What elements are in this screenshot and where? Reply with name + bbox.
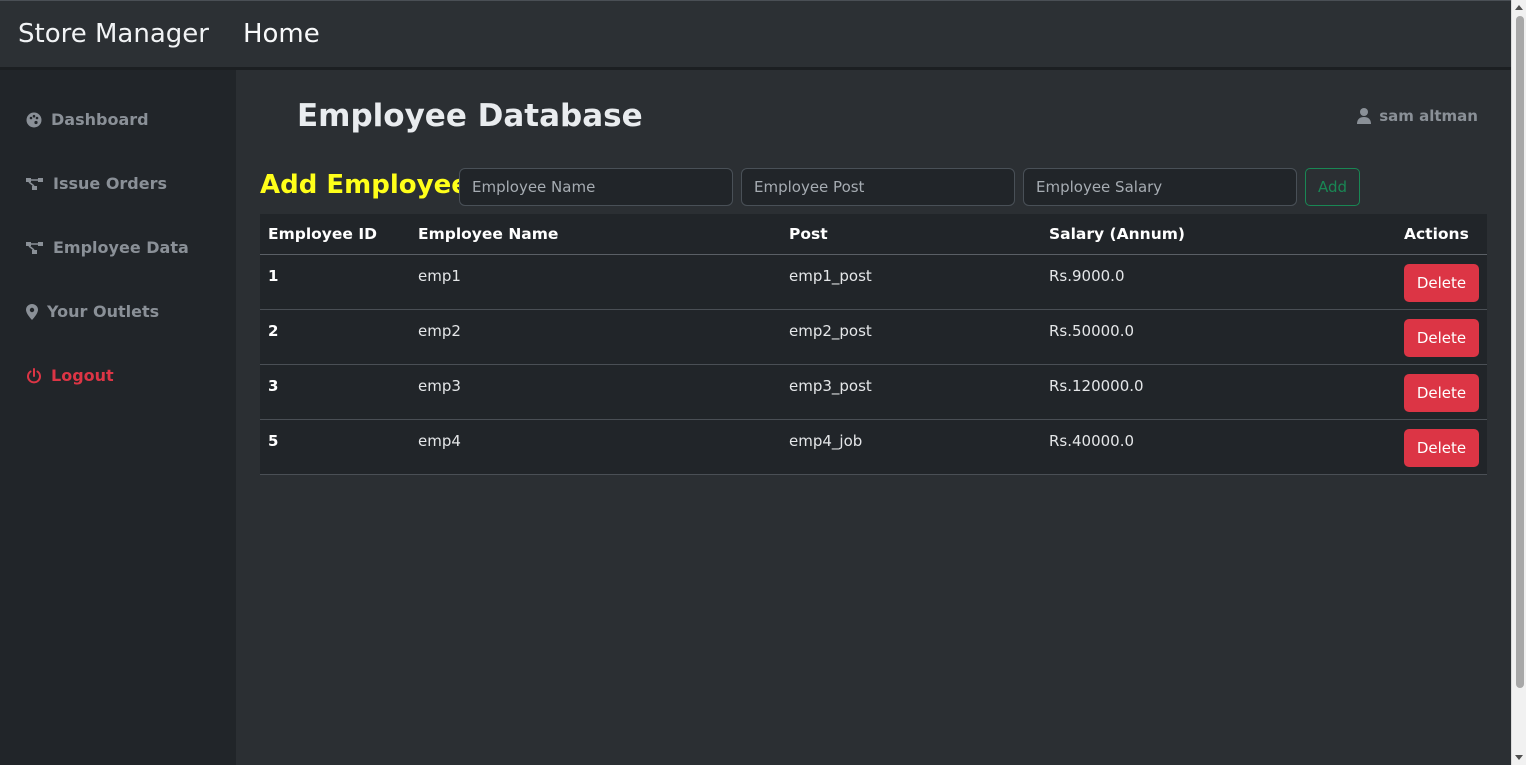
employee-post-input[interactable] bbox=[741, 168, 1015, 206]
employee-id: 1 bbox=[260, 254, 410, 310]
scrollbar-thumb[interactable] bbox=[1516, 16, 1524, 688]
employee-salary: Rs.50000.0 bbox=[1041, 309, 1396, 365]
add-employee-button[interactable]: Add bbox=[1305, 168, 1360, 206]
add-employee-label: Add Employee: bbox=[260, 170, 480, 200]
diagram-icon bbox=[26, 241, 43, 254]
delete-button[interactable]: Delete bbox=[1404, 428, 1479, 467]
sidebar-item-label: Employee Data bbox=[53, 238, 189, 257]
delete-button[interactable]: Delete bbox=[1404, 318, 1479, 357]
row-actions: Delete bbox=[1396, 309, 1487, 365]
diagram-icon bbox=[26, 177, 43, 190]
employee-table: Employee ID Employee Name Post Salary (A… bbox=[260, 214, 1487, 475]
employee-name: emp2 bbox=[410, 309, 781, 365]
column-header-post: Post bbox=[781, 214, 1041, 255]
brand-link[interactable]: Store Manager bbox=[18, 19, 209, 49]
employee-name: emp1 bbox=[410, 254, 781, 310]
sidebar: Dashboard Issue Orders Employee Data You… bbox=[0, 70, 236, 765]
employee-post: emp1_post bbox=[781, 254, 1041, 310]
sidebar-item-your-outlets[interactable]: Your Outlets bbox=[26, 302, 159, 321]
column-header-name: Employee Name bbox=[410, 214, 781, 255]
scroll-up-arrow-icon[interactable] bbox=[1515, 5, 1523, 10]
navbar: Store Manager Home bbox=[0, 0, 1511, 70]
sidebar-item-label: Issue Orders bbox=[53, 174, 168, 193]
employee-salary: Rs.40000.0 bbox=[1041, 419, 1396, 475]
employee-salary: Rs.120000.0 bbox=[1041, 364, 1396, 420]
employee-name: emp4 bbox=[410, 419, 781, 475]
scroll-down-arrow-icon[interactable] bbox=[1515, 755, 1523, 760]
page-title: Employee Database bbox=[297, 98, 643, 134]
table-header-row: Employee ID Employee Name Post Salary (A… bbox=[260, 214, 1487, 255]
row-actions: Delete bbox=[1396, 254, 1487, 310]
employee-id: 5 bbox=[260, 419, 410, 475]
palette-icon bbox=[26, 112, 42, 127]
sidebar-item-employee-data[interactable]: Employee Data bbox=[26, 238, 189, 257]
employee-post: emp4_job bbox=[781, 419, 1041, 475]
sidebar-item-logout[interactable]: Logout bbox=[26, 366, 114, 385]
power-icon bbox=[27, 367, 41, 383]
table-row: 2 emp2 emp2_post Rs.50000.0 Delete bbox=[260, 309, 1487, 365]
employee-salary: Rs.9000.0 bbox=[1041, 254, 1396, 310]
employee-id: 2 bbox=[260, 309, 410, 365]
sidebar-item-dashboard[interactable]: Dashboard bbox=[26, 110, 149, 129]
location-pin-icon bbox=[26, 303, 38, 320]
row-actions: Delete bbox=[1396, 419, 1487, 475]
sidebar-item-label: Your Outlets bbox=[47, 302, 160, 321]
table-row: 3 emp3 emp3_post Rs.120000.0 Delete bbox=[260, 364, 1487, 420]
sidebar-item-issue-orders[interactable]: Issue Orders bbox=[26, 174, 167, 193]
user-icon bbox=[1357, 108, 1372, 124]
delete-button[interactable]: Delete bbox=[1404, 263, 1479, 302]
table-row: 5 emp4 emp4_job Rs.40000.0 Delete bbox=[260, 419, 1487, 475]
employee-salary-input[interactable] bbox=[1023, 168, 1297, 206]
employee-post: emp3_post bbox=[781, 364, 1041, 420]
column-header-actions: Actions bbox=[1396, 214, 1487, 255]
employee-name: emp3 bbox=[410, 364, 781, 420]
employee-name-input[interactable] bbox=[459, 168, 733, 206]
row-actions: Delete bbox=[1396, 364, 1487, 420]
page-scrollbar[interactable] bbox=[1511, 0, 1526, 765]
delete-button[interactable]: Delete bbox=[1404, 373, 1479, 412]
sidebar-item-label: Logout bbox=[51, 366, 114, 385]
employee-post: emp2_post bbox=[781, 309, 1041, 365]
column-header-salary: Salary (Annum) bbox=[1041, 214, 1396, 255]
user-menu[interactable]: sam altman bbox=[1357, 107, 1478, 125]
table-row: 1 emp1 emp1_post Rs.9000.0 Delete bbox=[260, 254, 1487, 310]
employee-id: 3 bbox=[260, 364, 410, 420]
main-content: Employee Database sam altman Add Employe… bbox=[236, 72, 1511, 765]
user-name: sam altman bbox=[1379, 107, 1478, 125]
home-link[interactable]: Home bbox=[243, 19, 320, 49]
sidebar-item-label: Dashboard bbox=[51, 110, 149, 129]
column-header-id: Employee ID bbox=[260, 214, 410, 255]
